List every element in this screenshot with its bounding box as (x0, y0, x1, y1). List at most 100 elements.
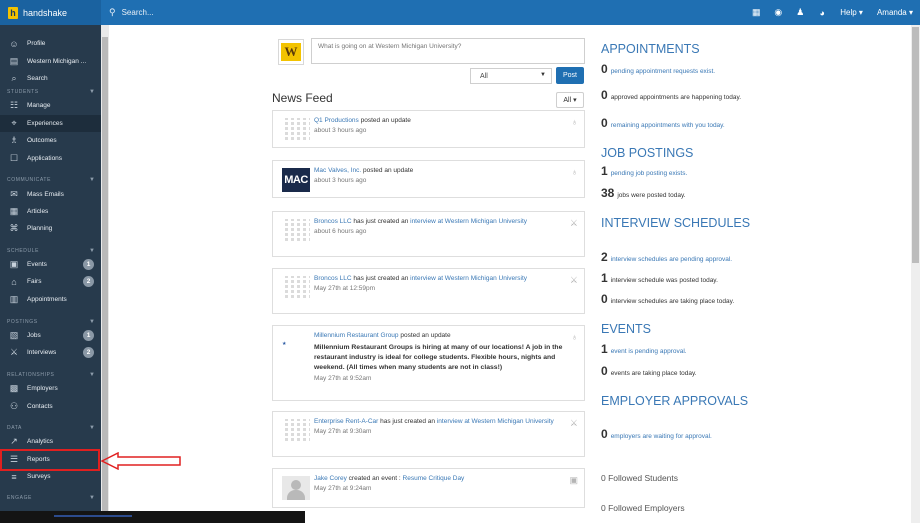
sidebar-item-jobs[interactable]: ▧ Jobs 1 (0, 327, 101, 344)
actor-link[interactable]: Jake Corey (314, 475, 347, 482)
company-logo[interactable]: ★ (282, 332, 310, 356)
sidebar-item-outcomes[interactable]: ♗ Outcomes (0, 132, 101, 149)
timestamp: May 27th at 9:24am (314, 484, 372, 492)
sidebar-item-contacts[interactable]: ⚇ Contacts (0, 398, 101, 415)
user-name: Amanda (876, 8, 907, 17)
building-placeholder-icon[interactable] (282, 219, 310, 243)
section-header-data[interactable]: DATA ▼ (7, 423, 95, 433)
user-icon[interactable]: ♟ (789, 7, 811, 18)
chat-icon[interactable]: ◉ (767, 7, 789, 18)
sidebar-item-label: Planning (27, 225, 53, 232)
section-header-schedule[interactable]: SCHEDULE ▼ (7, 246, 95, 256)
appointments-heading: APPOINTMENTS (601, 42, 700, 56)
sidebar-item-analytics[interactable]: ↗ Analytics (0, 433, 101, 450)
target-link[interactable]: interview at Western Michigan University (410, 275, 527, 282)
sidebar-item-search[interactable]: ⌕ Search (0, 70, 101, 87)
summary-link[interactable]: pending job posting exists. (611, 170, 688, 177)
feed-card-body: Millennium Restaurant Group posted an up… (314, 331, 564, 383)
pin-icon: ⌖ (11, 118, 17, 128)
global-search[interactable]: ⚲ Search... (109, 0, 154, 25)
summary-link[interactable]: pending appointment requests exist. (611, 68, 715, 75)
sidebar-item-appointments[interactable]: ▥ Appointments (0, 291, 101, 308)
sidebar-item-interviews[interactable]: ⚔ Interviews 2 (0, 344, 101, 361)
actor-link[interactable]: Enterprise Rent-A-Car (314, 418, 378, 425)
actor-link[interactable]: Mac Valves, Inc. (314, 167, 361, 174)
sidebar-item-manage[interactable]: ☷ Manage (0, 97, 101, 114)
search-icon: ⚲ (109, 7, 116, 17)
actor-link[interactable]: Millennium Restaurant Group (314, 332, 399, 339)
summary-link[interactable]: interview schedules are pending approval… (611, 256, 732, 263)
collapse-caret-icon: ▼ (89, 319, 95, 325)
sidebar-item-western-michigan[interactable]: ▤ Western Michigan ... (0, 53, 101, 70)
sidebar-item-planning[interactable]: ⌘ Planning (0, 220, 101, 237)
help-menu[interactable]: Help ▾ (833, 8, 870, 17)
building-placeholder-icon[interactable] (282, 118, 310, 142)
feed-card: ★ Millennium Restaurant Group posted an u… (272, 325, 585, 401)
wmu-logo-icon: W (281, 43, 301, 61)
page-scrollbar[interactable] (911, 25, 920, 523)
microphone-icon: ♁ (571, 117, 578, 127)
target-link[interactable]: Resume Critique Day (403, 475, 465, 482)
sidebar-scrollbar[interactable] (101, 25, 109, 523)
summary-line: 1 pending job posting exists. (601, 165, 751, 179)
building-placeholder-icon[interactable] (282, 419, 310, 443)
building-placeholder-icon[interactable] (282, 276, 310, 300)
status-update-input[interactable] (311, 38, 585, 64)
actor-link[interactable]: Broncos LLC (314, 275, 352, 282)
people-icon: ☷ (9, 100, 19, 110)
action-text: created an event : (346, 475, 403, 482)
sidebar-item-fairs[interactable]: ⌂ Fairs 2 (0, 273, 101, 290)
section-header-postings[interactable]: POSTINGS ▼ (7, 317, 95, 327)
sidebar-item-experiences[interactable]: ⌖ Experiences (0, 115, 101, 132)
handshake-icon: ⚔ (569, 418, 578, 428)
feed-card-body: Broncos LLC has just created an intervie… (314, 274, 564, 293)
actor-link[interactable]: Broncos LLC (314, 218, 352, 225)
handshake-icon: ⚔ (569, 218, 578, 228)
avatar[interactable] (282, 476, 310, 500)
caret-down-icon: ▼ (540, 72, 546, 78)
star-icon: ★ (282, 341, 287, 347)
section-header-students[interactable]: STUDENTS ▼ (7, 87, 95, 97)
collapse-caret-icon: ▼ (89, 425, 95, 431)
page-scroll-thumb[interactable] (912, 27, 919, 263)
summary-link[interactable]: employers are waiting for approval. (611, 433, 712, 440)
sidebar-scroll-thumb[interactable] (102, 37, 108, 521)
post-button[interactable]: Post (556, 67, 584, 84)
actor-link[interactable]: Q1 Productions (314, 117, 359, 124)
feed-card: Jake Corey created an event : Resume Cri… (272, 468, 585, 508)
sidebar-item-events[interactable]: ▣ Events 1 (0, 256, 101, 273)
help-label: Help (840, 8, 857, 17)
action-text: posted an update (398, 332, 451, 339)
section-title: COMMUNICATE (7, 177, 52, 183)
followed-employers[interactable]: 0 Followed Employers (601, 503, 685, 513)
update-message: Millennium Restaurant Groups is hiring a… (314, 343, 563, 371)
sidebar-item-mass-emails[interactable]: ✉ Mass Emails (0, 186, 101, 203)
sidebar-item-profile[interactable]: ☺ Profile (0, 35, 101, 52)
summary-text: jobs were posted today. (617, 192, 686, 199)
calendar-icon[interactable]: ▦ (745, 7, 767, 18)
action-text: has just created an (378, 418, 437, 425)
followed-students[interactable]: 0 Followed Students (601, 473, 678, 483)
globe-icon[interactable]: ◕ (811, 8, 833, 18)
company-logo[interactable]: MAC (282, 168, 310, 192)
section-header-communicate[interactable]: COMMUNICATE ▼ (7, 175, 95, 185)
summary-link[interactable]: remaining appointments with you today. (611, 122, 725, 129)
target-link[interactable]: interview at Western Michigan University (410, 218, 527, 225)
mail-icon: ✉ (10, 189, 18, 199)
summary-count: 1 (601, 342, 608, 356)
sidebar-item-articles[interactable]: ▦ Articles (0, 203, 101, 220)
section-header-relationships[interactable]: RELATIONSHIPS ▼ (7, 370, 95, 380)
user-menu[interactable]: Amanda ▾ (870, 8, 920, 17)
target-link[interactable]: interview at Western Michigan University (437, 418, 554, 425)
audience-select[interactable]: All ▼ (470, 68, 552, 84)
section-header-engage[interactable]: ENGAGE ▼ (7, 493, 95, 503)
summary-link[interactable]: event is pending approval. (611, 348, 687, 355)
summary-line: 38 jobs were posted today. (601, 186, 751, 201)
sidebar-item-applications[interactable]: ☐ Applications (0, 150, 101, 167)
sidebar-item-label: Manage (27, 102, 51, 109)
brand[interactable]: h handshake (0, 0, 101, 25)
sidebar-item-employers[interactable]: ▩ Employers (0, 380, 101, 397)
summary-count: 38 (601, 186, 615, 200)
feed-filter-dropdown[interactable]: All ▾ (556, 92, 584, 108)
top-bar-actions: ▦ ◉ ♟ ◕ Help ▾ Amanda ▾ (745, 0, 920, 25)
